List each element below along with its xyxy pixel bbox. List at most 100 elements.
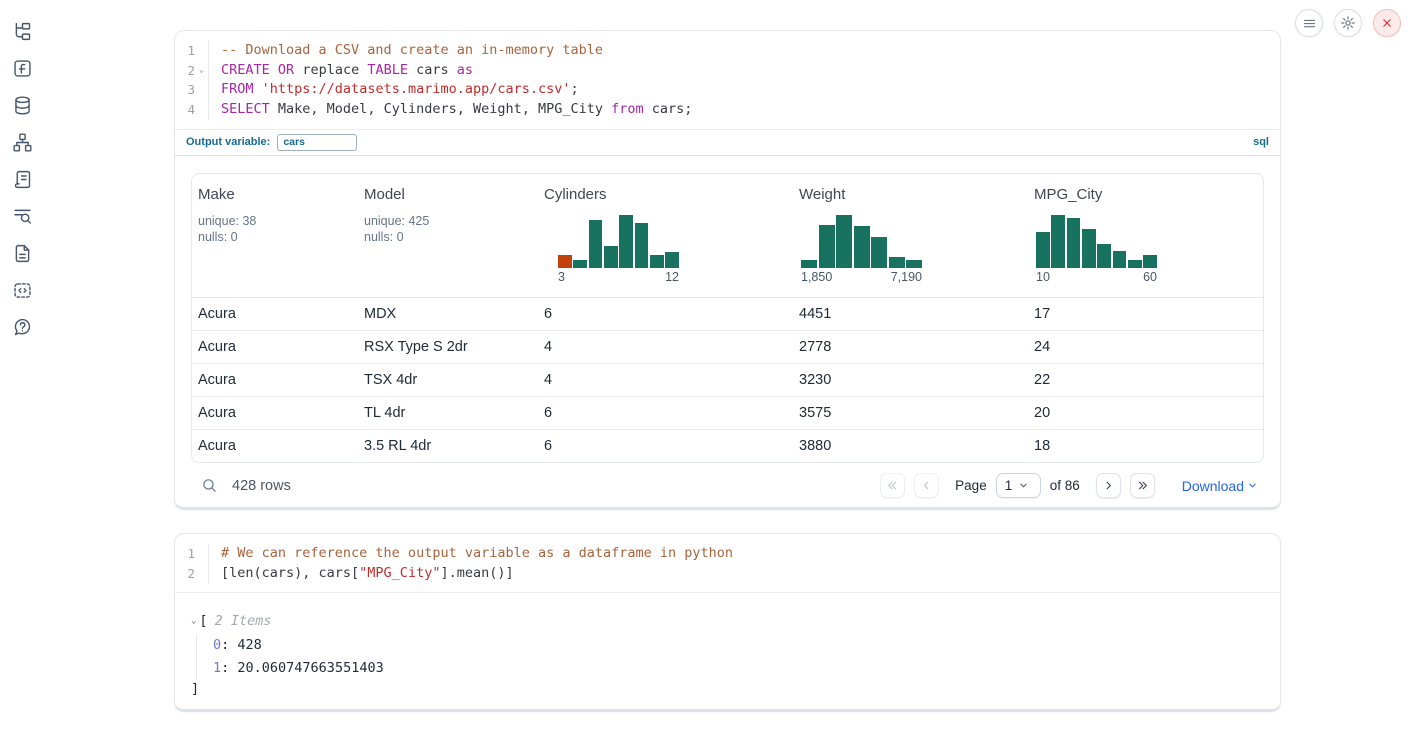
- sidebar-item-functions[interactable]: [10, 57, 34, 79]
- hist-bar: [1051, 215, 1065, 268]
- search-button[interactable]: [197, 474, 221, 498]
- table-cell: MDX: [358, 298, 538, 330]
- histogram-weight: 1,850 7,190: [801, 215, 922, 284]
- language-badge: sql: [1253, 136, 1269, 148]
- sidebar-item-help[interactable]: [10, 316, 34, 338]
- sidebar-item-snippets[interactable]: [10, 279, 34, 301]
- axis-max-label: 7,190: [891, 270, 922, 284]
- table-row[interactable]: AcuraTL 4dr6357520: [192, 396, 1263, 429]
- column-name[interactable]: MPG_City: [1034, 186, 1257, 203]
- fold-spacer: [195, 41, 208, 61]
- settings-icon: [1340, 15, 1356, 31]
- histogram-bars: [558, 215, 679, 268]
- table-cell: 4: [538, 331, 793, 363]
- table-cell: 17: [1028, 298, 1263, 330]
- table-cell: 4451: [793, 298, 1028, 330]
- table-cell: 2778: [793, 331, 1028, 363]
- page-select[interactable]: 1: [996, 473, 1041, 498]
- sidebar-item-file-explorer[interactable]: [10, 20, 34, 42]
- sidebar-item-scratchpad[interactable]: [10, 168, 34, 190]
- sidebar-item-dependency-graph[interactable]: [10, 131, 34, 153]
- column-name[interactable]: Make: [198, 186, 352, 203]
- fold-chevron-icon[interactable]: ⌄: [195, 61, 208, 81]
- hist-bar: [1082, 229, 1096, 268]
- code-line[interactable]: 3 FROM 'https://datasets.marimo.app/cars.…: [175, 80, 1280, 100]
- axis-max-label: 60: [1143, 270, 1157, 284]
- table-row[interactable]: Acura3.5 RL 4dr6388018: [192, 429, 1263, 462]
- cell-python: 1# We can reference the output variable …: [174, 533, 1281, 712]
- table-cell: Acura: [192, 430, 358, 462]
- sidebar-panel: [0, 0, 44, 729]
- hist-bar: [635, 223, 649, 268]
- line-number: 3: [175, 80, 195, 100]
- table-row[interactable]: AcuraMDX6445117: [192, 297, 1263, 330]
- column-header-cylinders: Cylinders 3 12: [538, 174, 793, 297]
- histogram-bars: [801, 215, 922, 268]
- python-code-editor[interactable]: 1# We can reference the output variable …: [175, 534, 1280, 593]
- code-line[interactable]: 4SELECT Make, Model, Cylinders, Weight, …: [175, 100, 1280, 120]
- download-button[interactable]: Download: [1182, 478, 1258, 494]
- axis-min-label: 3: [558, 270, 565, 284]
- chevron-down-icon: [1018, 480, 1029, 491]
- sidebar-item-logs[interactable]: [10, 205, 34, 227]
- column-name[interactable]: Cylinders: [544, 186, 787, 203]
- hist-bar: [573, 260, 587, 268]
- next-page-icon: [1102, 479, 1115, 492]
- fold-spacer: [195, 564, 208, 584]
- dependency-graph-icon: [12, 132, 33, 153]
- code-text: FROM 'https://datasets.marimo.app/cars.c…: [208, 80, 1280, 100]
- table-cell: 4: [538, 364, 793, 396]
- axis-max-label: 12: [665, 270, 679, 284]
- pagination: Page 1 of 86 Download: [880, 473, 1258, 498]
- next-page-button[interactable]: [1096, 473, 1121, 498]
- first-page-button[interactable]: [880, 473, 905, 498]
- hist-bar: [1113, 251, 1127, 268]
- column-name[interactable]: Weight: [799, 186, 1022, 203]
- table-header-row: Makeunique: 38nulls: 0Modelunique: 425nu…: [192, 174, 1263, 297]
- marimo-notebook: { "icons": { "sidebar": ["file-explorer-…: [0, 0, 1408, 729]
- axis-min-label: 1,850: [801, 270, 832, 284]
- code-text: [len(cars), cars["MPG_City"].mean()]: [208, 564, 1280, 584]
- code-line[interactable]: 1-- Download a CSV and create an in-memo…: [175, 41, 1280, 61]
- code-text: -- Download a CSV and create an in-memor…: [208, 41, 1280, 61]
- table-cell: 3880: [793, 430, 1028, 462]
- previous-page-button[interactable]: [914, 473, 939, 498]
- table-row[interactable]: AcuraTSX 4dr4323022: [192, 363, 1263, 396]
- menu-button[interactable]: [1295, 9, 1323, 37]
- code-text: # We can reference the output variable a…: [208, 544, 1280, 564]
- documentation-icon: [12, 243, 33, 264]
- code-line[interactable]: 2[len(cars), cars["MPG_City"].mean()]: [175, 564, 1280, 584]
- column-name[interactable]: Model: [364, 186, 532, 203]
- table-cell: TSX 4dr: [358, 364, 538, 396]
- dataframe-output: Makeunique: 38nulls: 0Modelunique: 425nu…: [175, 156, 1280, 509]
- shutdown-button[interactable]: [1373, 9, 1401, 37]
- result-tree: ⌄ [ 2 Items 0: 4281: 20.060747663551403 …: [175, 593, 1280, 699]
- settings-button[interactable]: [1334, 9, 1362, 37]
- table-row[interactable]: AcuraRSX Type S 2dr4277824: [192, 330, 1263, 363]
- axis-min-label: 10: [1036, 270, 1050, 284]
- sql-code-editor[interactable]: 1-- Download a CSV and create an in-memo…: [175, 31, 1280, 129]
- column-header-weight: Weight 1,850 7,190: [793, 174, 1028, 297]
- code-line[interactable]: 1# We can reference the output variable …: [175, 544, 1280, 564]
- hist-bar: [854, 226, 870, 268]
- page-select-value: 1: [1005, 478, 1013, 493]
- data-table: Makeunique: 38nulls: 0Modelunique: 425nu…: [191, 173, 1264, 463]
- hist-bar: [604, 246, 618, 268]
- histogram-axis-labels: 10 60: [1036, 270, 1157, 284]
- tree-entries: 0: 4281: 20.060747663551403: [196, 634, 1264, 680]
- last-page-button[interactable]: [1130, 473, 1155, 498]
- table-cell: Acura: [192, 298, 358, 330]
- sidebar-item-datasources[interactable]: [10, 94, 34, 116]
- scratchpad-icon: [12, 169, 33, 190]
- hist-bar: [871, 237, 887, 268]
- sidebar-item-documentation[interactable]: [10, 242, 34, 264]
- tree-separator: :: [221, 660, 237, 676]
- column-stat: nulls: 0: [198, 229, 352, 246]
- output-variable-input[interactable]: [277, 134, 357, 151]
- collapse-chevron-icon[interactable]: ⌄: [191, 616, 199, 626]
- row-count: 428 rows: [232, 478, 291, 494]
- hist-bar: [819, 225, 835, 268]
- code-line[interactable]: 2⌄CREATE OR replace TABLE cars as: [175, 61, 1280, 81]
- shutdown-icon: [1380, 16, 1394, 30]
- hist-bar: [665, 252, 679, 268]
